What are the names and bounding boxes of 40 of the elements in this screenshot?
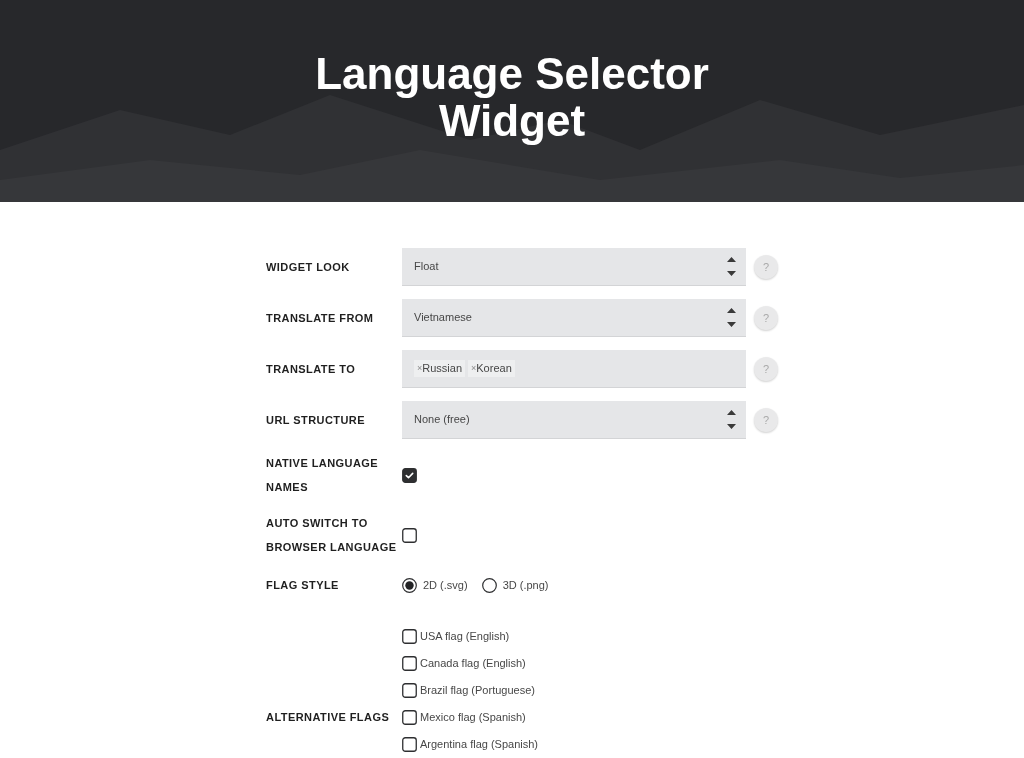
checkbox[interactable]	[402, 629, 417, 644]
help-button[interactable]: ?	[754, 357, 778, 381]
radio-button[interactable]	[481, 577, 497, 593]
help-button[interactable]: ?	[754, 255, 778, 279]
select-field[interactable]: Float	[402, 248, 746, 286]
checkbox[interactable]	[402, 683, 417, 698]
checkbox[interactable]	[402, 467, 417, 483]
option-label: Argentina flag (Spanish)	[420, 737, 538, 752]
option-label: 2D (.svg)	[423, 578, 468, 593]
remove-tag-button[interactable]: ×	[417, 364, 423, 373]
field-label: AUTO SWITCH TO BROWSER LANGUAGE	[266, 516, 398, 555]
help-button[interactable]: ?	[754, 408, 778, 432]
tag-label: Russian	[422, 363, 462, 374]
option-label: Canada flag (English)	[420, 656, 526, 671]
checkbox[interactable]	[402, 710, 417, 725]
field-label: FLAG STYLE	[266, 578, 340, 593]
option-label: Mexico flag (Spanish)	[420, 710, 526, 725]
field-label: URL STRUCTURE	[266, 413, 367, 428]
field-label: NATIVE LANGUAGE NAMES	[266, 456, 380, 495]
field-label: WIDGET LOOK	[266, 260, 351, 275]
help-button[interactable]: ?	[754, 306, 778, 330]
field-label: TRANSLATE TO	[266, 362, 357, 377]
select-field[interactable]: None (free)	[402, 401, 746, 439]
up-down-arrows-icon	[727, 308, 736, 327]
remove-tag-button[interactable]: ×	[471, 364, 477, 373]
checkbox[interactable]	[402, 656, 417, 671]
select-field[interactable]: Vietnamese	[402, 299, 746, 337]
up-down-arrows-icon	[727, 410, 736, 429]
tag-label: Korean	[476, 363, 512, 374]
checkbox[interactable]	[402, 737, 417, 752]
page-title: Language Selector Widget	[314, 50, 710, 144]
checkbox[interactable]	[402, 527, 417, 543]
option-label: USA flag (English)	[420, 629, 510, 644]
option-label: Brazil flag (Portuguese)	[420, 683, 535, 698]
up-down-arrows-icon	[727, 257, 736, 276]
option-label: 3D (.png)	[502, 578, 549, 593]
tags-input-field[interactable]: ×Russian ×Korean	[402, 350, 746, 388]
field-label: TRANSLATE FROM	[266, 311, 375, 326]
radio-button[interactable]	[402, 577, 417, 593]
field-label: ALTERNATIVE FLAGS	[266, 710, 391, 725]
